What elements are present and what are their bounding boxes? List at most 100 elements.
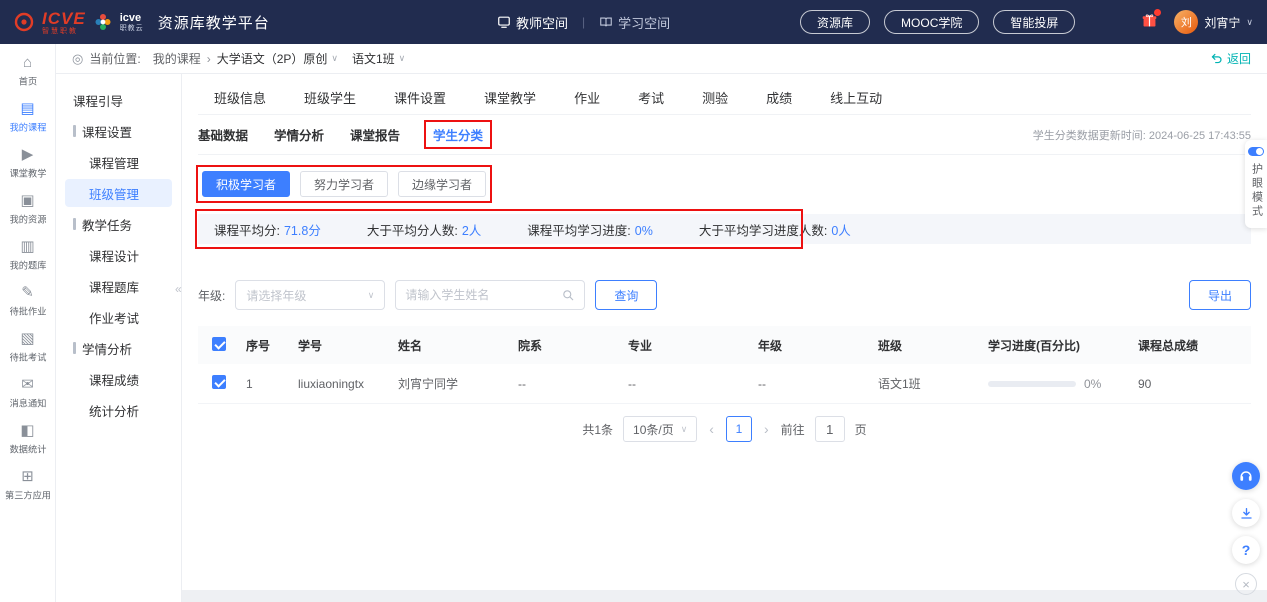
rail-item[interactable]: ⊞ 第三方应用 (0, 462, 55, 508)
rail-item[interactable]: ✎ 待批作业 (0, 278, 55, 324)
tab-primary[interactable]: 作业 (574, 88, 600, 114)
update-time: 学生分类数据更新时间: 2024-06-25 17:43:55 (1033, 127, 1251, 143)
sidebar-item[interactable]: 课程成绩 (65, 365, 172, 393)
prev-page-button[interactable]: ‹ (707, 421, 716, 437)
section-mark (73, 125, 76, 137)
avatar[interactable]: 刘 (1174, 10, 1198, 34)
rail-item[interactable]: ⌂ 首页 (0, 48, 55, 94)
sidebar-item[interactable]: 班级管理 (65, 179, 172, 207)
sidebar-item[interactable]: 学情分析 (65, 334, 172, 362)
breadcrumb-course-dropdown[interactable]: 大学语文（2P）原创 ∨ (217, 50, 338, 67)
rail-item-label: 课堂教学 (9, 165, 46, 179)
stat-value: 71.8分 (284, 224, 321, 238)
tab-primary[interactable]: 线上互动 (830, 88, 882, 114)
help-button[interactable]: ? (1232, 536, 1260, 564)
topbar-right: 资源库 MOOC学院 智能投屏 刘 刘宵宁 ∨ (786, 0, 1253, 44)
sidebar-item[interactable]: 课程设计 (65, 241, 172, 269)
next-page-button[interactable]: › (762, 421, 771, 437)
customer-service-icon (1238, 468, 1254, 484)
back-label: 返回 (1227, 50, 1251, 67)
nav-teacher-space[interactable]: 教师空间 (497, 13, 568, 32)
breadcrumb: ◎ 当前位置: 我的课程 › 大学语文（2P）原创 ∨ 语文1班 ∨ 返回 (56, 44, 1267, 74)
sidebar-item-label: 课程管理 (89, 153, 139, 172)
learner-filter-button[interactable]: 边缘学习者 (398, 171, 486, 197)
row-checkbox[interactable] (212, 375, 226, 389)
location-icon: ◎ (72, 51, 83, 67)
learner-filter-button[interactable]: 积极学习者 (202, 171, 290, 197)
sidebar-item[interactable]: 教学任务 (65, 210, 172, 238)
tab-primary[interactable]: 成绩 (766, 88, 792, 114)
sidebar-item[interactable]: 课程管理 (65, 148, 172, 176)
rail-item[interactable]: ✉ 消息通知 (0, 370, 55, 416)
stat-label: 课程平均学习进度: (527, 224, 630, 238)
tab-secondary[interactable]: 基础数据 (198, 125, 248, 144)
primary-tabs: 班级信息 班级学生 课件设置 课堂教学 作业 考试 测验 成绩 线上互动 (198, 74, 1251, 115)
table-header-row: 序号 学号 姓名 院系 专业 年级 班级 学习进度(百分比) 课程总成绩 (198, 326, 1251, 364)
column-header: 学号 (298, 337, 398, 354)
rail-item[interactable]: ▤ 我的课程 (0, 94, 55, 140)
learner-filter-button[interactable]: 努力学习者 (300, 171, 388, 197)
nav-separator: | (582, 15, 585, 29)
rail-item[interactable]: ▶ 课堂教学 (0, 140, 55, 186)
sidebar-collapse-icon[interactable]: « (175, 282, 182, 296)
grade-select[interactable]: 请选择年级 ∨ (235, 280, 385, 310)
collapse-toolbar-button[interactable]: × (1235, 573, 1257, 595)
quick-link-button[interactable]: MOOC学院 (884, 10, 979, 34)
sidebar-item[interactable]: 作业考试 (65, 303, 172, 331)
stat-value: 0% (635, 224, 653, 238)
cell-score: 90 (1138, 377, 1251, 391)
sidebar-item[interactable]: 课程设置 (65, 117, 172, 145)
pending-exam-icon: ▧ (20, 331, 34, 346)
tab-secondary[interactable]: 学生分类 (426, 122, 490, 147)
user-caret-icon: ∨ (1246, 17, 1253, 28)
sidebar-item-label: 课程设计 (89, 246, 139, 265)
toggle-switch[interactable] (1248, 147, 1264, 156)
stat-value: 0人 (831, 224, 850, 238)
rail-item[interactable]: ◧ 数据统计 (0, 416, 55, 462)
rail-item[interactable]: ▥ 我的题库 (0, 232, 55, 278)
sidebar-item-label: 课程题库 (89, 277, 139, 296)
rail-item[interactable]: ▣ 我的资源 (0, 186, 55, 232)
sidebar-item[interactable]: 课程引导 (65, 86, 172, 114)
query-button[interactable]: 查询 (595, 280, 657, 310)
export-button[interactable]: 导出 (1189, 280, 1251, 310)
rail-item[interactable]: ▧ 待批考试 (0, 324, 55, 370)
select-all-checkbox[interactable] (212, 337, 226, 351)
back-arrow-icon (1210, 52, 1223, 65)
quick-link-button[interactable]: 智能投屏 (993, 10, 1075, 34)
tab-primary[interactable]: 考试 (638, 88, 664, 114)
user-menu[interactable]: 刘 刘宵宁 ∨ (1141, 10, 1253, 34)
back-button[interactable]: 返回 (1210, 50, 1251, 67)
page-size-select[interactable]: 10条/页 ∨ (623, 416, 697, 442)
customer-service-button[interactable] (1232, 462, 1260, 490)
sidebar-item-label: 作业考试 (89, 308, 139, 327)
eye-protect-mode-tab[interactable]: 护眼模式 (1245, 140, 1267, 228)
tab-secondary[interactable]: 学情分析 (274, 125, 324, 144)
my-resources-icon: ▣ (20, 193, 34, 208)
tab-primary[interactable]: 测验 (702, 88, 728, 114)
sidebar-item[interactable]: 统计分析 (65, 396, 172, 424)
tab-secondary[interactable]: 课堂报告 (350, 125, 400, 144)
goto-page-input[interactable] (815, 416, 845, 442)
top-nav: 教师空间 | 学习空间 (497, 0, 670, 44)
row-checkbox-cell (198, 375, 246, 392)
tab-primary[interactable]: 课堂教学 (484, 88, 536, 114)
sidebar-item[interactable]: 课程题库 (65, 272, 172, 300)
goto-suffix: 页 (855, 421, 867, 438)
tab-primary[interactable]: 课件设置 (394, 88, 446, 114)
cell-class: 语文1班 (878, 375, 988, 392)
student-search-input[interactable] (405, 288, 562, 302)
sidebar-item-label: 课程成绩 (89, 370, 139, 389)
quick-link-button[interactable]: 资源库 (800, 10, 870, 34)
breadcrumb-root[interactable]: 我的课程 (153, 50, 201, 67)
icve-cloud-logo-icon (94, 13, 112, 31)
tab-primary[interactable]: 班级学生 (304, 88, 356, 114)
promo-gift-icon[interactable] (1141, 12, 1158, 32)
breadcrumb-class-dropdown[interactable]: 语文1班 ∨ (352, 50, 405, 67)
breadcrumb-class: 语文1班 (352, 50, 395, 67)
section-mark (73, 342, 76, 354)
tab-primary[interactable]: 班级信息 (214, 88, 266, 114)
nav-learning-space[interactable]: 学习空间 (599, 13, 670, 32)
current-page-button[interactable]: 1 (726, 416, 752, 442)
download-button[interactable] (1232, 499, 1260, 527)
